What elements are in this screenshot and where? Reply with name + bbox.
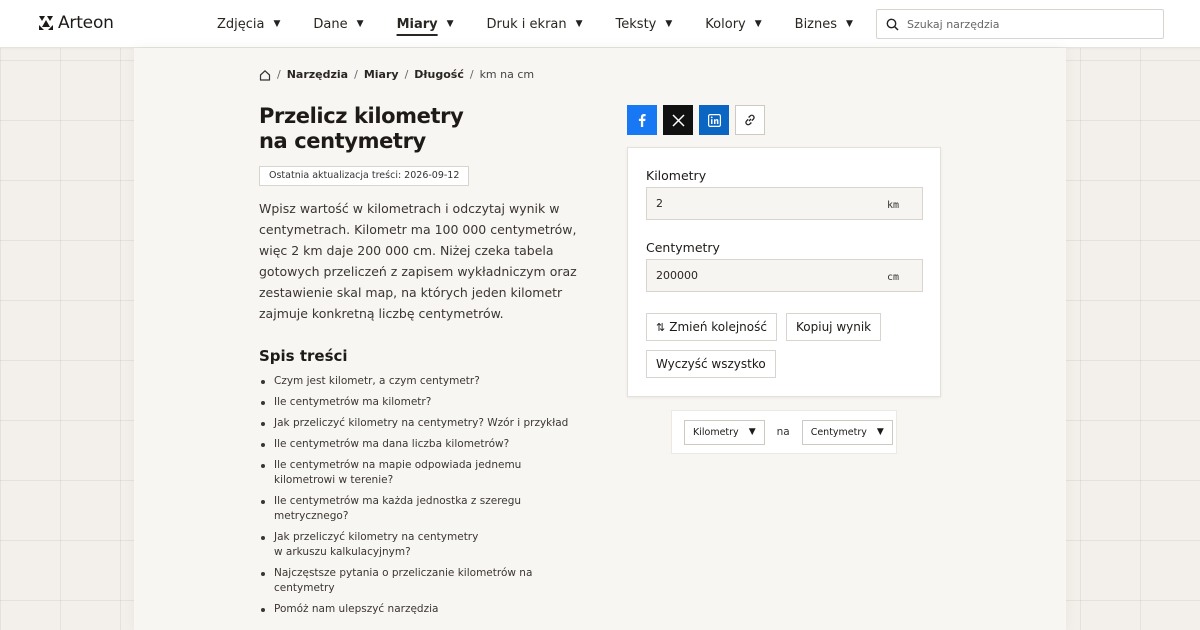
caret-down-icon: ▼ bbox=[754, 19, 762, 29]
home-icon[interactable] bbox=[259, 69, 271, 81]
copy-link-button[interactable] bbox=[735, 105, 765, 135]
breadcrumb-miary[interactable]: Miary bbox=[364, 68, 399, 81]
search-icon bbox=[886, 18, 899, 31]
nav-label: Biznes bbox=[794, 16, 838, 32]
breadcrumb-narzedzia[interactable]: Narzędzia bbox=[287, 68, 348, 81]
kilometry-label: Kilometry bbox=[646, 168, 707, 183]
clear-all-label: Wyczyść wszystko bbox=[656, 357, 766, 371]
facebook-icon bbox=[638, 114, 646, 127]
toc-item[interactable]: Ile centymetrów ma każda jednostka z sze… bbox=[259, 494, 589, 524]
nav-label: Teksty bbox=[615, 16, 657, 32]
to-unit-value: Centymetry bbox=[810, 426, 867, 438]
breadcrumb-separator: / bbox=[277, 68, 281, 81]
swap-order-label: Zmień kolejność bbox=[669, 320, 767, 334]
logo-icon bbox=[39, 16, 53, 30]
caret-down-icon: ▼ bbox=[575, 19, 583, 29]
nav-item-dane[interactable]: Dane ▼ bbox=[313, 0, 363, 48]
clear-all-button[interactable]: Wyczyść wszystko bbox=[646, 350, 776, 378]
toc-item[interactable]: Czym jest kilometr, a czym centymetr? bbox=[259, 374, 589, 389]
toc-item[interactable]: Ile centymetrów ma dana liczba kilometró… bbox=[259, 437, 589, 452]
kilometry-input[interactable] bbox=[647, 188, 867, 219]
brand-logo[interactable]: Arteon bbox=[38, 13, 114, 33]
nav-label: Miary bbox=[396, 16, 438, 32]
to-unit-select[interactable]: Centymetry ▼ bbox=[801, 419, 893, 445]
page-title: Przelicz kilometry na centymetry bbox=[259, 104, 579, 154]
brand-name: Arteon bbox=[58, 13, 114, 33]
copy-result-button[interactable]: Kopiuj wynik bbox=[786, 313, 882, 341]
toc-item[interactable]: Jak przeliczyć kilometry na centymetry w… bbox=[259, 530, 489, 560]
copy-result-label: Kopiuj wynik bbox=[796, 320, 872, 334]
caret-down-icon: ▼ bbox=[748, 427, 756, 437]
caret-down-icon: ▼ bbox=[846, 19, 853, 29]
toc-item[interactable]: Najczęstsze pytania o przeliczanie kilom… bbox=[259, 566, 589, 596]
caret-down-icon: ▼ bbox=[665, 19, 673, 29]
page-title-line-1: Przelicz kilometry bbox=[259, 104, 464, 128]
caret-down-icon: ▼ bbox=[446, 19, 454, 29]
unit-switcher: Kilometry ▼ na Centymetry ▼ bbox=[671, 410, 897, 454]
caret-down-icon: ▼ bbox=[876, 427, 884, 437]
breadcrumb-separator: / bbox=[469, 68, 474, 81]
nav-item-druk-i-ekran[interactable]: Druk i ekran ▼ bbox=[487, 0, 583, 48]
breadcrumb-separator: / bbox=[354, 68, 358, 81]
km-unit-label: km bbox=[886, 200, 899, 211]
top-bar: Arteon Zdjęcia ▼ Dane ▼ Miary ▼ Druk i e… bbox=[0, 0, 1200, 48]
nav-item-biznes[interactable]: Biznes ▼ bbox=[795, 0, 853, 48]
nav-item-miary[interactable]: Miary ▼ bbox=[397, 0, 454, 48]
swap-arrows-icon: ⇅ bbox=[656, 320, 665, 334]
nav-label: Druk i ekran bbox=[486, 16, 567, 32]
share-linkedin-button[interactable] bbox=[699, 105, 729, 135]
breadcrumb-dlugosc[interactable]: Długość bbox=[414, 68, 464, 81]
toc-title: Spis treści bbox=[259, 347, 348, 365]
centymetry-label: Centymetry bbox=[646, 240, 720, 255]
nav-label: Dane bbox=[313, 16, 348, 32]
switcher-connector: na bbox=[776, 426, 790, 438]
toc-item[interactable]: Ile centymetrów ma kilometr? bbox=[259, 395, 589, 410]
centymetry-input[interactable] bbox=[647, 260, 867, 291]
share-facebook-button[interactable] bbox=[627, 105, 657, 135]
table-of-contents: Czym jest kilometr, a czym centymetr? Il… bbox=[259, 374, 589, 623]
nav-item-teksty[interactable]: Teksty ▼ bbox=[616, 0, 673, 48]
share-buttons bbox=[627, 105, 771, 135]
updated-badge: Ostatnia aktualizacja treści: 2026-09-12 bbox=[259, 166, 470, 186]
page-title-line-2: na centymetry bbox=[259, 129, 426, 153]
from-unit-value: Kilometry bbox=[693, 426, 739, 438]
search-input[interactable] bbox=[907, 17, 1147, 31]
breadcrumb: / Narzędzia / Miary / Długość / km na cm bbox=[259, 68, 534, 81]
x-icon bbox=[671, 113, 685, 127]
from-unit-select[interactable]: Kilometry ▼ bbox=[684, 419, 765, 445]
nav-label: Zdjęcia bbox=[217, 16, 265, 32]
search-box[interactable] bbox=[876, 9, 1164, 39]
caret-down-icon: ▼ bbox=[356, 19, 364, 29]
toc-item[interactable]: Jak przeliczyć kilometry na centymetry? … bbox=[259, 416, 589, 431]
nav-item-zdjecia[interactable]: Zdjęcia ▼ bbox=[217, 0, 280, 48]
toc-item[interactable]: Pomóż nam ulepszyć narzędzia bbox=[259, 602, 589, 617]
nav-label: Kolory bbox=[705, 16, 746, 32]
link-icon bbox=[745, 114, 755, 126]
swap-order-button[interactable]: ⇅ Zmień kolejność bbox=[646, 313, 777, 341]
centymetry-field[interactable]: cm bbox=[646, 259, 923, 292]
breadcrumb-separator: / bbox=[404, 68, 409, 81]
kilometry-field[interactable]: km bbox=[646, 187, 923, 220]
linkedin-icon bbox=[707, 113, 721, 127]
main-nav: Zdjęcia ▼ Dane ▼ Miary ▼ Druk i ekran ▼ … bbox=[217, 0, 886, 48]
intro-text: Wpisz wartość w kilometrach i odczytaj w… bbox=[259, 201, 577, 321]
converter-card: Kilometry km Centymetry cm ⇅ Zmień kolej… bbox=[627, 147, 941, 397]
share-x-button[interactable] bbox=[663, 105, 693, 135]
toc-item[interactable]: Ile centymetrów na mapie odpowiada jedne… bbox=[259, 458, 559, 488]
breadcrumb-current: km na cm bbox=[479, 68, 535, 81]
nav-item-kolory[interactable]: Kolory ▼ bbox=[705, 0, 761, 48]
cm-unit-label: cm bbox=[886, 272, 899, 283]
caret-down-icon: ▼ bbox=[273, 19, 281, 29]
